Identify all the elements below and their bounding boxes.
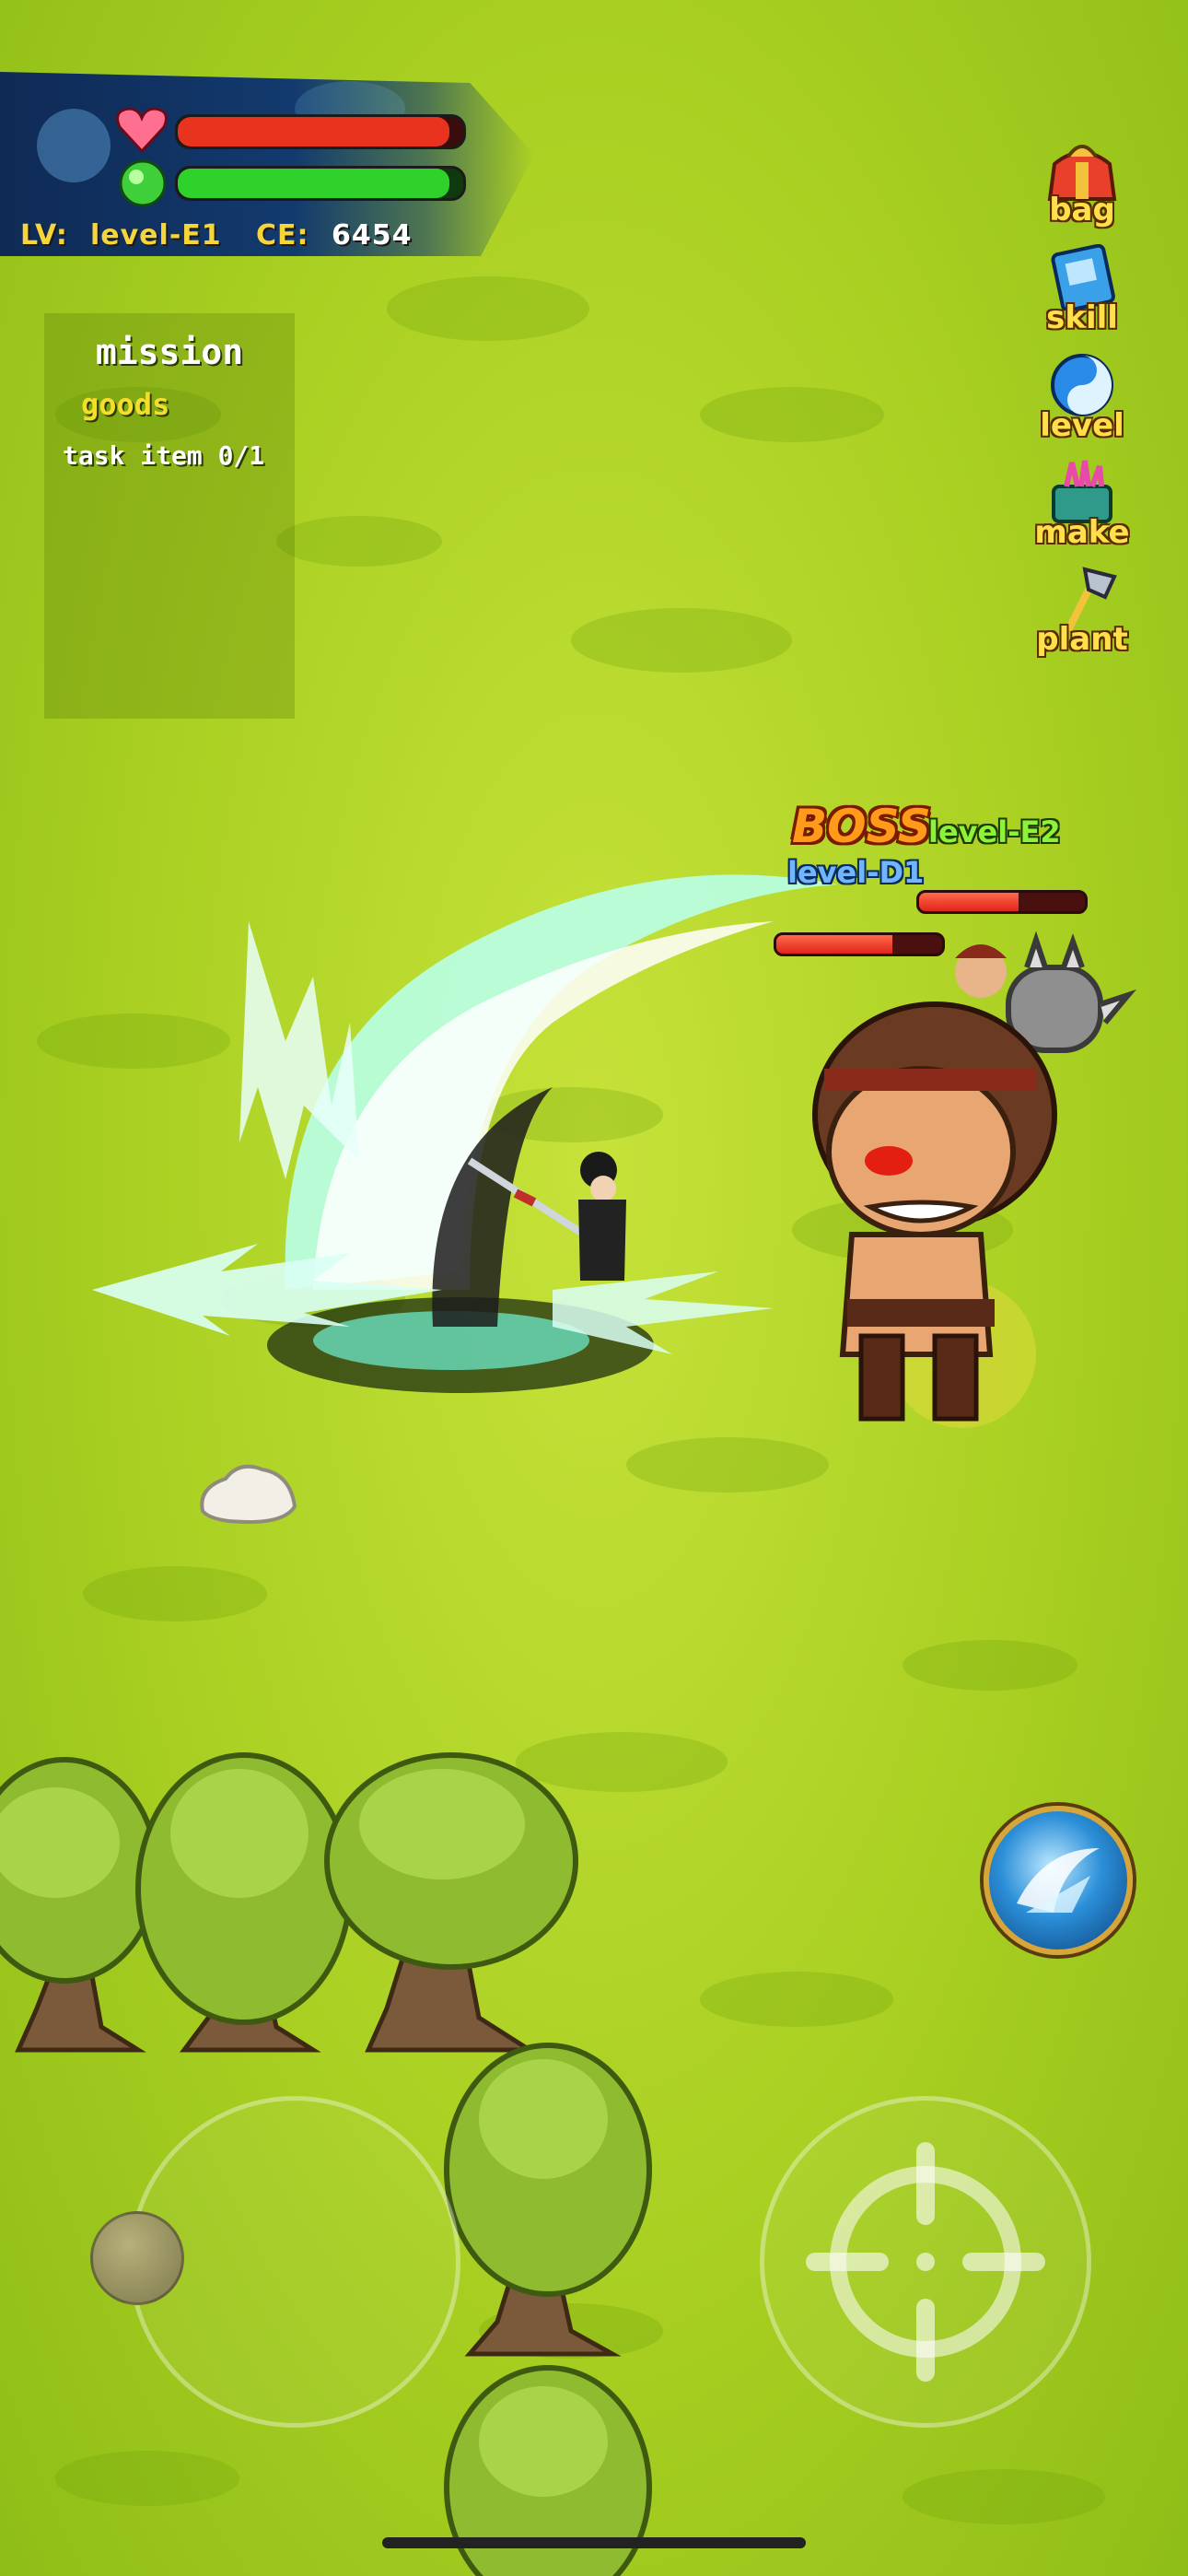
tree	[324, 1752, 578, 2053]
tree	[0, 1757, 159, 2053]
mp-bar	[175, 166, 466, 201]
menu-skill-label: skill	[1046, 299, 1118, 336]
boss-tag: BOSS	[792, 800, 931, 853]
menu-plant-label: plant	[1036, 621, 1128, 658]
wind-slash-skill-icon	[1017, 1848, 1100, 1913]
hp-bar-fill	[178, 117, 449, 146]
menu-bag-button[interactable]: bag	[1013, 136, 1151, 240]
mission-panel[interactable]: mission goods task item 0/1	[44, 313, 295, 719]
heart-icon	[116, 107, 168, 153]
enemy-level-label: level-D1	[787, 855, 925, 890]
tree	[135, 1752, 353, 2053]
menu-make-button[interactable]: make	[1013, 459, 1151, 562]
mp-bar-fill	[178, 169, 449, 198]
mana-orb-icon	[119, 159, 167, 207]
player-character	[467, 1152, 626, 1281]
ce-value: 6454	[332, 219, 413, 252]
level-value: level-E1	[90, 219, 222, 252]
level-label: LV:	[20, 219, 68, 252]
skill-button[interactable]	[984, 1806, 1133, 1955]
crosshair-icon	[806, 2142, 1045, 2382]
hp-bar	[175, 114, 466, 149]
ce-label: CE:	[256, 219, 309, 252]
mission-title: mission	[95, 332, 244, 372]
enemy-hp-bar	[774, 932, 945, 956]
menu-level-label: level	[1040, 407, 1124, 444]
menu-bag-label: bag	[1049, 192, 1115, 228]
boss-level-label: level-E2	[928, 814, 1061, 849]
mission-category: goods	[81, 387, 170, 422]
menu-level-button[interactable]: level	[1013, 352, 1151, 455]
game-scene[interactable]: BOSS level-E2 level-D1 LV: level-E1 CE: …	[0, 0, 1188, 2576]
home-indicator[interactable]	[382, 2537, 806, 2548]
enemy-hp-fill	[776, 935, 892, 954]
menu-skill-button[interactable]: skill	[1013, 244, 1151, 347]
attack-button[interactable]	[760, 2096, 1091, 2428]
boss-character[interactable]	[751, 931, 1174, 1446]
mission-task: task item 0/1	[63, 440, 265, 471]
menu-make-label: make	[1034, 514, 1130, 551]
boss-hp-bar	[916, 890, 1088, 914]
joystick-knob[interactable]	[90, 2211, 184, 2305]
boss-hp-fill	[919, 893, 1019, 911]
menu-plant-button[interactable]: plant	[1013, 566, 1151, 669]
rock	[200, 1464, 297, 1525]
tree	[444, 2043, 652, 2357]
